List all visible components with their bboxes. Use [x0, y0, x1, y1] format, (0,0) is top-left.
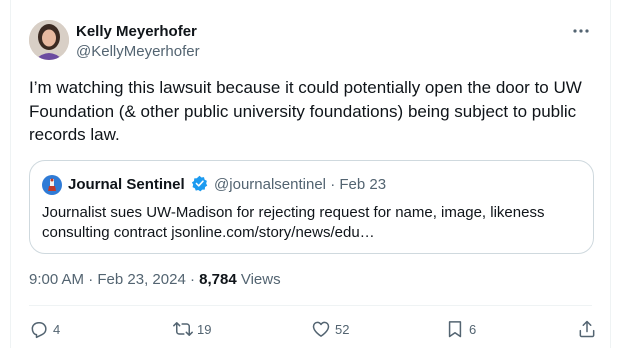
bookmark-count: 6 [469, 321, 477, 337]
repost-count: 19 [197, 321, 212, 337]
divider [29, 305, 592, 306]
author-handle[interactable]: @KellyMeyerhofer [76, 42, 200, 62]
quote-tweet[interactable]: Journal Sentinel @journalsentinel · Feb … [29, 160, 594, 254]
tweet-text: I’m watching this lawsuit because it cou… [29, 78, 582, 144]
reply-count: 4 [53, 321, 61, 337]
tweet-card: Kelly Meyerhofer @KellyMeyerhofer I’m wa… [10, 0, 611, 348]
verified-icon [191, 175, 208, 192]
more-icon[interactable] [570, 22, 592, 40]
views-label: Views [240, 271, 281, 288]
repost-icon [173, 322, 193, 336]
views-count: 8,784 [199, 271, 237, 288]
quote-date[interactable]: Feb 23 [339, 176, 386, 193]
bookmark-icon [448, 321, 462, 338]
share-button[interactable] [577, 316, 597, 342]
like-icon [312, 321, 330, 337]
tweet-header: Kelly Meyerhofer @KellyMeyerhofer [29, 20, 592, 64]
like-count: 52 [335, 321, 350, 337]
repost-button[interactable]: 19 [173, 316, 211, 342]
meta-separator: · [189, 271, 195, 288]
reply-icon [31, 322, 47, 339]
author-names: Kelly Meyerhofer @KellyMeyerhofer [76, 22, 200, 62]
like-button[interactable]: 52 [311, 316, 349, 342]
tweet-date[interactable]: Feb 23, 2024 [97, 271, 185, 288]
quote-display-name[interactable]: Journal Sentinel [68, 176, 185, 193]
author-avatar[interactable] [29, 20, 69, 60]
tweet-meta: 9:00 AM · Feb 23, 2024 · 8,784 Views [29, 270, 281, 290]
reply-button[interactable]: 4 [29, 316, 60, 342]
tweet-time[interactable]: 9:00 AM [29, 271, 84, 288]
meta-separator: · [88, 271, 94, 288]
bookmark-button[interactable]: 6 [445, 316, 476, 342]
quote-text: Journalist sues UW-Madison for rejecting… [42, 204, 545, 241]
action-bar: 4 19 52 6 [29, 316, 595, 342]
quote-handle[interactable]: @journalsentinel [214, 176, 326, 193]
quote-separator: · [330, 176, 336, 193]
share-icon [579, 320, 595, 338]
quote-avatar [42, 175, 62, 195]
author-display-name[interactable]: Kelly Meyerhofer [76, 22, 200, 42]
quote-author: Journal Sentinel @journalsentinel · Feb … [68, 175, 386, 195]
